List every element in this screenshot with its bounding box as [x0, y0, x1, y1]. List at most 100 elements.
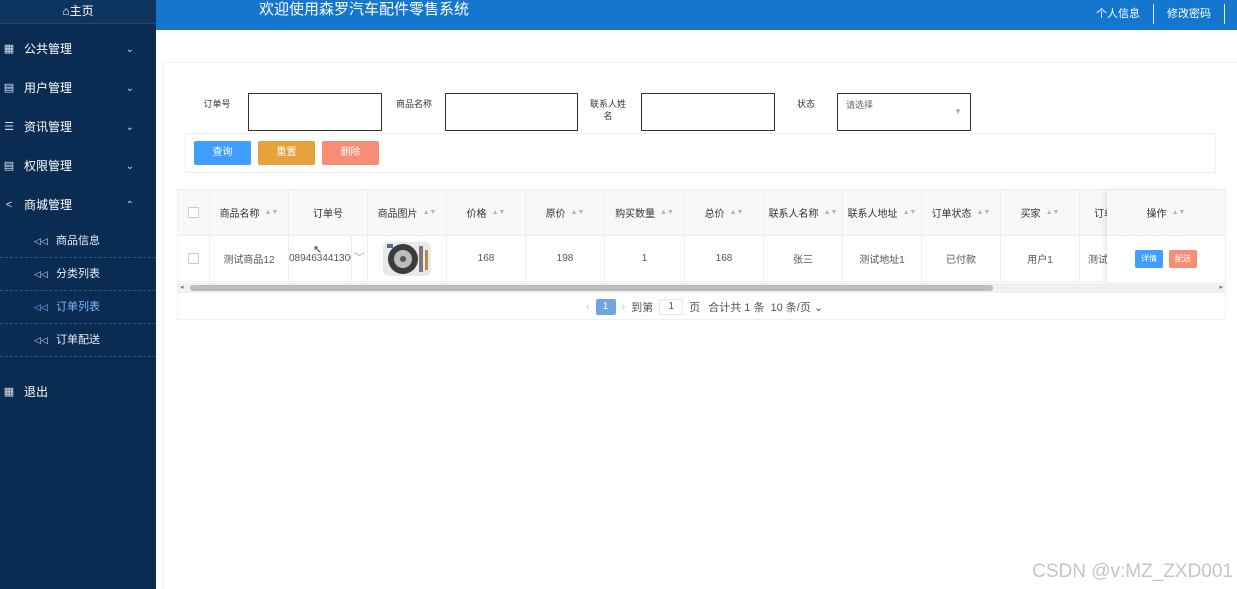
sidebar-item-label: 用户管理	[24, 81, 73, 95]
sidebar-item-news[interactable]: ☰ 资讯管理 ⌄	[0, 108, 156, 147]
header-label: 联系人名称	[768, 209, 819, 220]
header-label: 原价	[545, 209, 566, 220]
share-icon: <	[5, 199, 13, 211]
row-checkbox[interactable]	[188, 253, 199, 264]
sidebar-subitem-label: 订单配送	[56, 334, 100, 346]
book-icon: ▤	[3, 160, 15, 172]
chevron-down-icon: ⌄	[125, 122, 134, 133]
reset-button[interactable]: 重置	[258, 141, 315, 165]
header-order-status[interactable]: 订单状态 ▲▼	[922, 190, 1001, 235]
cell-order-status: 已付款	[922, 236, 1001, 281]
watermark: CSDN @v:MZ_ZXD001	[1032, 561, 1233, 582]
ship-button[interactable]: 配送	[1169, 250, 1197, 268]
change-password-link[interactable]: 修改密码	[1154, 4, 1225, 24]
sidebar-subitem-label: 商品信息	[56, 235, 100, 247]
sort-icon: ▲▼	[1045, 209, 1060, 216]
header-contact-address[interactable]: 联系人地址 ▲▼	[843, 190, 922, 235]
page-size-select[interactable]: 10 条/页 ⌄	[770, 299, 823, 315]
row-select-cell	[178, 236, 210, 281]
query-button[interactable]: 查询	[194, 141, 251, 165]
cell-product-name: 测试商品12	[210, 236, 289, 281]
chevron-down-icon: ⌄	[813, 302, 824, 314]
expand-chevron-icon[interactable]: ﹀	[351, 236, 367, 281]
prev-page-icon[interactable]: ‹	[586, 301, 590, 313]
header-product-image[interactable]: 商品图片 ▲▼	[368, 190, 447, 235]
order-no-label: 订单号	[203, 99, 231, 109]
product-name-label: 商品名称	[395, 99, 432, 109]
profile-link[interactable]: 个人信息	[1083, 4, 1154, 24]
cell-contact-name: 张三	[764, 236, 843, 281]
header-quantity[interactable]: 购买数量 ▲▼	[605, 190, 685, 235]
header-contact-name[interactable]: 联系人名称 ▲▼	[764, 190, 843, 235]
header-buyer[interactable]: 买家 ▲▼	[1001, 190, 1080, 235]
sidebar-subitem-order-delivery[interactable]: ◁◁ 订单配送	[0, 324, 156, 357]
double-arrow-icon: ◁◁	[34, 236, 48, 246]
status-select[interactable]: 请选择 ▼	[837, 93, 971, 131]
sidebar-item-logout[interactable]: ▦ 退出	[0, 373, 156, 412]
list-icon: ☰	[4, 121, 14, 133]
header-product-name[interactable]: 商品名称 ▲▼	[210, 190, 289, 235]
page-number-current[interactable]: 1	[595, 299, 616, 315]
sidebar-subitem-category-list[interactable]: ◁◁ 分类列表	[0, 258, 156, 291]
header-order-no: 订单号	[289, 190, 368, 235]
chevron-down-icon: ⌄	[125, 83, 134, 94]
cell-product-image	[368, 236, 447, 281]
cell-quantity: 1	[605, 236, 685, 281]
select-all-checkbox[interactable]	[188, 207, 199, 218]
table-row: 测试商品12 0894634413000 ﹀	[178, 236, 1225, 282]
horizontal-scrollbar[interactable]: ◂ ▸	[178, 283, 1225, 293]
header-label: 订单状态	[931, 209, 972, 220]
action-buttons: 查询 重置 删除	[185, 133, 1216, 173]
header-links: 个人信息 修改密码	[1083, 4, 1225, 24]
cell-original-price: 198	[526, 236, 605, 281]
sidebar-item-permissions[interactable]: ▤ 权限管理 ⌄	[0, 147, 156, 186]
header-label: 操作	[1146, 209, 1167, 220]
double-arrow-icon: ◁◁	[34, 335, 48, 345]
double-arrow-icon: ◁◁	[34, 269, 48, 279]
sort-icon: ▲▼	[729, 209, 744, 216]
sidebar-item-mall[interactable]: < 商城管理 ⌃	[0, 186, 156, 225]
sort-icon: ▲▼	[264, 209, 279, 216]
sidebar-subitem-order-list[interactable]: ◁◁ 订单列表	[0, 291, 156, 324]
goto-suffix: 页	[689, 302, 701, 314]
operation-cell: 详情 配送	[1107, 236, 1225, 282]
sidebar-home[interactable]: ⌂主页	[0, 0, 156, 24]
sidebar-item-label: 权限管理	[24, 159, 73, 173]
next-page-icon[interactable]: ›	[622, 301, 626, 313]
mouse-cursor-icon: ↖	[313, 244, 323, 256]
delete-button[interactable]: 删除	[322, 141, 379, 165]
cell-contact-address: 测试地址1	[843, 236, 922, 281]
goto-prefix: 到第	[631, 302, 654, 314]
orders-table: 商品名称 ▲▼ 订单号 商品图片 ▲▼ 价格 ▲▼ 原价 ▲▼ 购买数量 ▲▼ 总价 ▲▼ …	[177, 189, 1226, 320]
sidebar-item-public[interactable]: ▦ 公共管理 ⌄	[0, 30, 156, 69]
goto-page-input[interactable]: 1	[659, 299, 684, 315]
sort-icon: ▲▼	[902, 209, 917, 216]
header-label: 商品名称	[219, 209, 260, 220]
header-total[interactable]: 总价 ▲▼	[685, 190, 764, 235]
sidebar-item-label: 商城管理	[24, 198, 73, 212]
detail-button[interactable]: 详情	[1135, 250, 1163, 268]
scrollbar-thumb[interactable]	[190, 285, 993, 291]
chevron-up-icon: ⌃	[125, 200, 134, 211]
sidebar-item-label: 退出	[24, 385, 49, 399]
grid-icon: ▦	[3, 386, 15, 398]
cell-buyer: 用户1	[1001, 236, 1080, 281]
product-name-input[interactable]	[445, 93, 578, 131]
caret-down-icon: ▼	[954, 107, 962, 116]
header-price[interactable]: 价格 ▲▼	[447, 190, 526, 235]
sidebar-home-label: 主页	[69, 4, 94, 18]
sidebar: ⌂主页 ▦ 公共管理 ⌄ ▤ 用户管理 ⌄ ☰ 资讯管理 ⌄ ▤ 权限管理 ⌄ …	[0, 0, 156, 589]
chevron-down-icon: ⌄	[125, 161, 134, 172]
sidebar-item-users[interactable]: ▤ 用户管理 ⌄	[0, 69, 156, 108]
scroll-right-icon[interactable]: ▸	[1219, 283, 1223, 293]
sidebar-subitem-product-info[interactable]: ◁◁ 商品信息	[0, 225, 156, 258]
scroll-left-icon[interactable]: ◂	[180, 283, 184, 293]
contact-name-input[interactable]	[641, 93, 775, 131]
page-size-value: 10 条/页	[770, 302, 811, 314]
sort-icon: ▲▼	[660, 209, 674, 216]
header-original-price[interactable]: 原价 ▲▼	[526, 190, 605, 235]
order-no-input[interactable]	[248, 93, 382, 131]
chevron-down-icon: ⌄	[125, 44, 134, 55]
cell-order-no: 0894634413000 ﹀	[289, 236, 368, 281]
sort-icon: ▲▼	[570, 209, 585, 216]
